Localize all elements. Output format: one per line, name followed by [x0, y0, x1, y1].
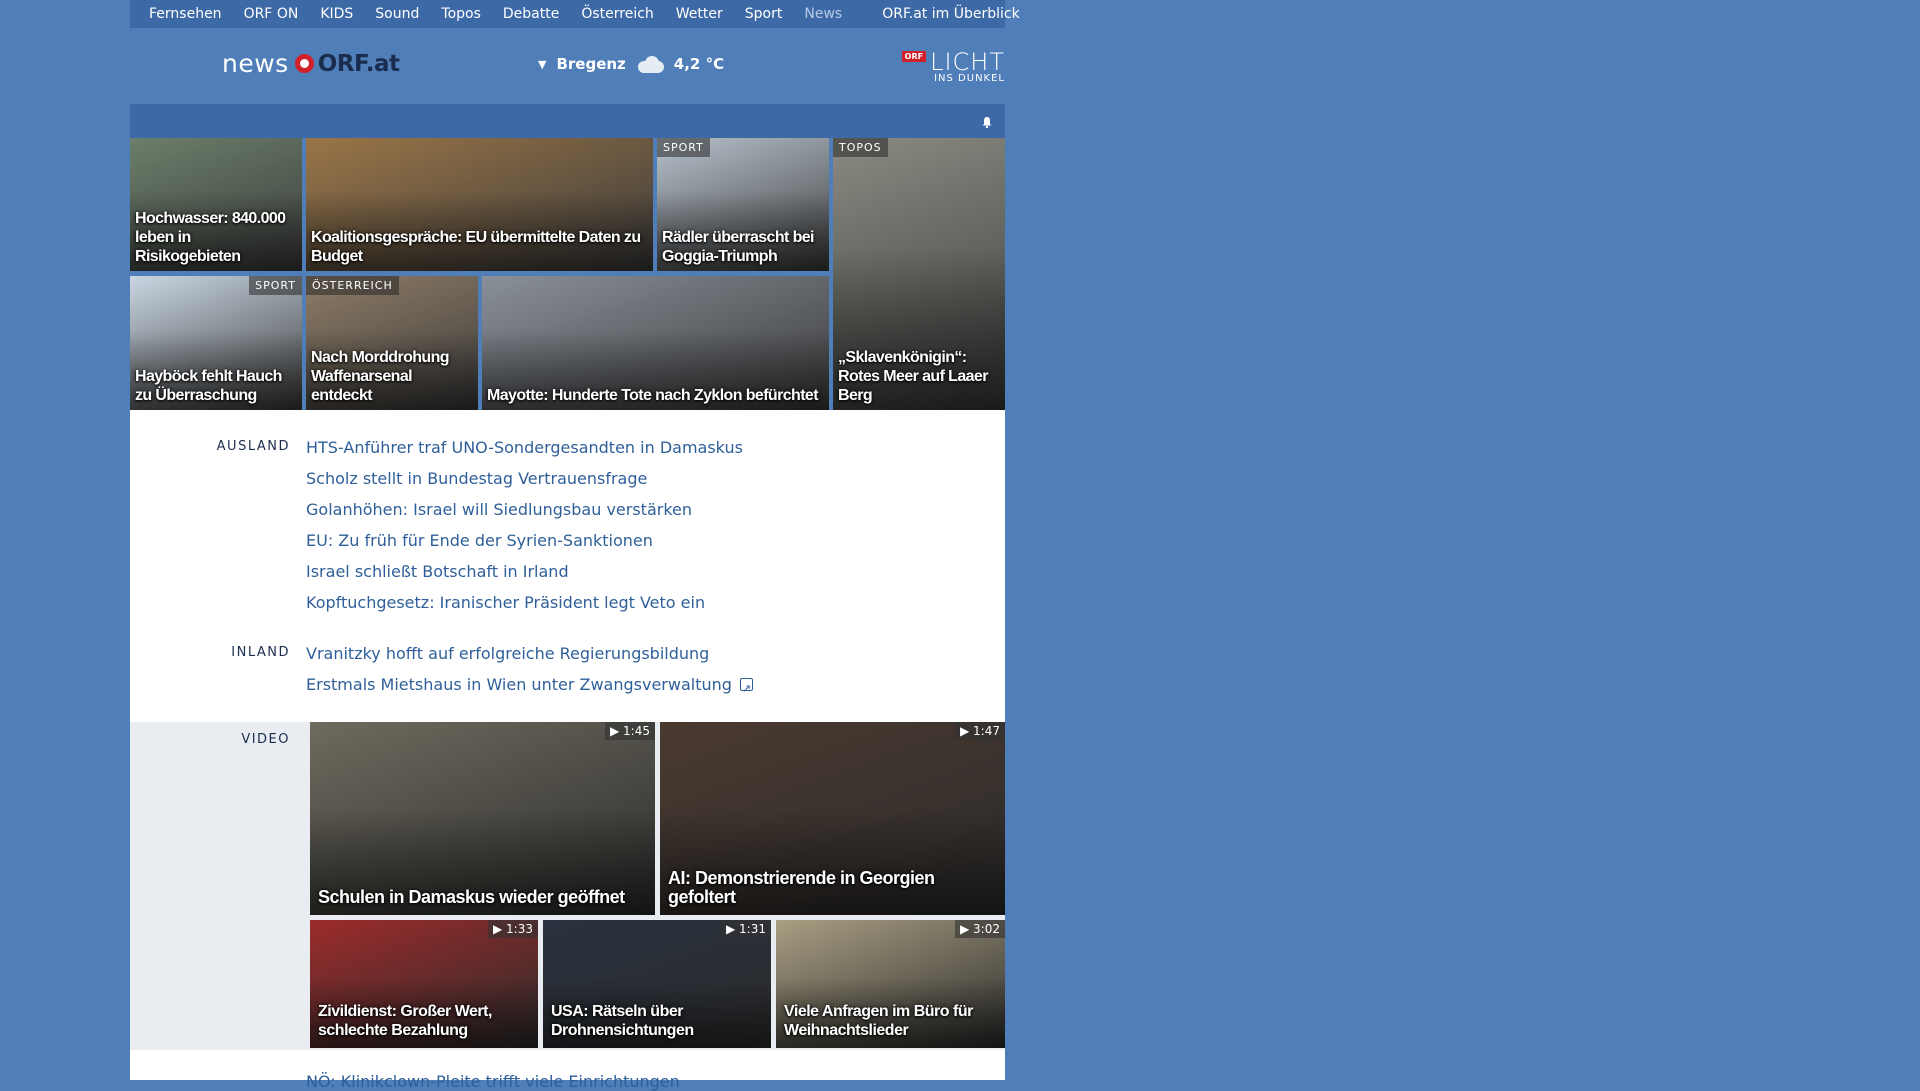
weather-city: Bregenz [556, 55, 626, 73]
video-tile-zivildienst[interactable]: ▶ 1:33 Zivildienst: Großer Wert, schlech… [310, 920, 538, 1048]
play-icon: ▶ [493, 922, 507, 936]
video-duration: 1:33 [506, 922, 533, 936]
section-label-inland: INLAND [231, 645, 290, 660]
nav-orf-on[interactable]: ORF ON [233, 0, 310, 28]
video-duration: 1:31 [739, 922, 766, 936]
nav-sound[interactable]: Sound [364, 0, 430, 28]
nav-oesterreich[interactable]: Österreich [570, 0, 664, 28]
news-link[interactable]: Vranitzky hofft auf erfolgreiche Regieru… [306, 638, 753, 669]
tile-category-tag: SPORT [249, 276, 302, 295]
story-tile-mayotte[interactable]: Mayotte: Hunderte Tote nach Zyklon befür… [482, 276, 829, 410]
video-duration-badge: ▶ 3:02 [955, 920, 1005, 938]
sub-bar [130, 104, 1005, 138]
story-tile-hochwasser[interactable]: Hochwasser: 840.000 leben in Risikogebie… [130, 138, 302, 271]
nav-sport[interactable]: Sport [734, 0, 794, 28]
video-duration-badge: ▶ 1:47 [955, 722, 1005, 740]
tile-category-tag: ÖSTERREICH [306, 276, 399, 295]
campaign-title: LICHT [930, 48, 1005, 76]
video-title: AI: Demonstrierende in Georgien gefolter… [668, 868, 935, 907]
site-header: news ORF.at ▼ Bregenz 4,2 °C ORF LICHT IN… [130, 28, 1005, 104]
news-list-area: AUSLAND HTS-Anführer traf UNO-Sondergesa… [130, 410, 1005, 722]
story-tile-koalition[interactable]: Koalitionsgespräche: EU übermittelte Dat… [306, 138, 653, 271]
nav-debatte[interactable]: Debatte [492, 0, 570, 28]
tile-category-tag: SPORT [657, 138, 710, 157]
nav-wetter[interactable]: Wetter [665, 0, 734, 28]
story-tile-raedler[interactable]: SPORT Rädler überrascht bei Goggia-Trium… [657, 138, 829, 271]
news-link[interactable]: Golanhöhen: Israel will Siedlungsbau ver… [306, 494, 743, 525]
play-icon: ▶ [960, 922, 974, 936]
news-link[interactable]: Israel schließt Botschaft in Irland [306, 556, 743, 587]
video-tile-damaskus[interactable]: ▶ 1:45 Schulen in Damaskus wieder geöffn… [310, 722, 655, 915]
video-title: Viele Anfragen im Büro für Weihnachtslie… [784, 1003, 973, 1039]
video-tile-georgien[interactable]: ▶ 1:47 AI: Demonstrierende in Georgien g… [660, 722, 1005, 915]
nav-fernsehen[interactable]: Fernsehen [138, 0, 233, 28]
video-duration: 1:45 [623, 724, 650, 738]
story-tile-sklavenkoenigin[interactable]: TOPOS „Sklavenkönigin“: Rotes Meer auf L… [833, 138, 1005, 410]
video-tile-drohnen[interactable]: ▶ 1:31 USA: Rätseln über Drohnensichtung… [543, 920, 771, 1048]
video-title: USA: Rätseln über Drohnensichtungen [551, 1003, 694, 1039]
video-duration-badge: ▶ 1:33 [488, 920, 538, 938]
weather-temperature: 4,2 °C [673, 55, 725, 73]
news-link[interactable]: HTS-Anführer traf UNO-Sondergesandten in… [306, 432, 743, 463]
news-orf-logo[interactable]: news ORF.at [222, 49, 400, 78]
nav-overview[interactable]: ORF.at im Überblick [871, 0, 1030, 28]
video-title: Zivildienst: Großer Wert, schlechte Beza… [318, 1003, 492, 1039]
dropdown-triangle-icon: ▼ [538, 57, 547, 71]
video-duration: 1:47 [973, 724, 1000, 738]
tile-title: Nach Morddrohung Waffenarsenal entdeckt [311, 349, 450, 404]
bell-icon[interactable] [981, 116, 993, 128]
news-link[interactable]: Scholz stellt in Bundestag Vertrauensfra… [306, 463, 743, 494]
tile-title: Mayotte: Hunderte Tote nach Zyklon befür… [487, 387, 819, 404]
ausland-links: HTS-Anführer traf UNO-Sondergesandten in… [306, 432, 743, 618]
video-duration-badge: ▶ 1:31 [721, 920, 771, 938]
section-label-ausland: AUSLAND [216, 439, 290, 454]
news-link-external[interactable]: Erstmals Mietshaus in Wien unter Zwangsv… [306, 669, 753, 704]
logo-orf-text: ORF.at [317, 50, 400, 77]
logo-news-text: news [222, 49, 289, 78]
video-duration-badge: ▶ 1:45 [605, 722, 655, 740]
play-icon: ▶ [960, 724, 974, 738]
weather-widget[interactable]: ▼ Bregenz 4,2 °C [538, 55, 724, 73]
tile-title: Koalitionsgespräche: EU übermittelte Dat… [311, 229, 641, 265]
video-duration: 3:02 [973, 922, 1000, 936]
next-section-peek: NÖ: Klinikclown-Pleite trifft viele Einr… [130, 1050, 1005, 1091]
external-link-icon [739, 673, 753, 704]
news-link-text: Erstmals Mietshaus in Wien unter Zwangsv… [306, 675, 732, 694]
orf-badge: ORF [901, 51, 927, 62]
licht-ins-dunkel-banner[interactable]: ORF LICHT INS DUNKEL [901, 48, 1005, 84]
cloud-icon [634, 55, 666, 73]
tile-title: Hochwasser: 840.000 leben in Risikogebie… [135, 210, 286, 265]
nav-kids[interactable]: KIDS [309, 0, 364, 28]
video-tile-weihnachtslieder[interactable]: ▶ 3:02 Viele Anfragen im Büro für Weihna… [776, 920, 1005, 1048]
top-navigation: Fernsehen ORF ON KIDS Sound Topos Debatt… [130, 0, 1020, 28]
news-link[interactable]: NÖ: Klinikclown-Pleite trifft viele Einr… [306, 1072, 680, 1091]
nav-topos[interactable]: Topos [430, 0, 491, 28]
top-story-grid: Hochwasser: 840.000 leben in Risikogebie… [130, 138, 1005, 410]
story-tile-waffenarsenal[interactable]: ÖSTERREICH Nach Morddrohung Waffenarsena… [306, 276, 478, 410]
tile-title: „Sklavenkönigin“: Rotes Meer auf Laaer B… [838, 349, 988, 404]
nav-news-active[interactable]: News [793, 0, 853, 28]
video-title: Schulen in Damaskus wieder geöffnet [318, 887, 625, 907]
play-icon: ▶ [610, 724, 624, 738]
news-link[interactable]: EU: Zu früh für Ende der Syrien-Sanktion… [306, 525, 743, 556]
tile-title: Rädler überrascht bei Goggia-Triumph [662, 229, 815, 265]
orf-eye-icon [294, 54, 314, 73]
section-label-video: VIDEO [241, 732, 290, 747]
news-link[interactable]: Kopftuchgesetz: Iranischer Präsident leg… [306, 587, 743, 618]
tile-title: Hayböck fehlt Hauch zu Überraschung [135, 368, 282, 404]
page: Fernsehen ORF ON KIDS Sound Topos Debatt… [130, 0, 1020, 1091]
play-icon: ▶ [726, 922, 740, 936]
video-section: VIDEO ▶ 1:45 Schulen in Damaskus wieder … [130, 722, 1005, 1050]
story-tile-hayboeck[interactable]: SPORT Hayböck fehlt Hauch zu Überraschun… [130, 276, 302, 410]
tile-category-tag: TOPOS [833, 138, 888, 157]
inland-links: Vranitzky hofft auf erfolgreiche Regieru… [306, 638, 753, 704]
